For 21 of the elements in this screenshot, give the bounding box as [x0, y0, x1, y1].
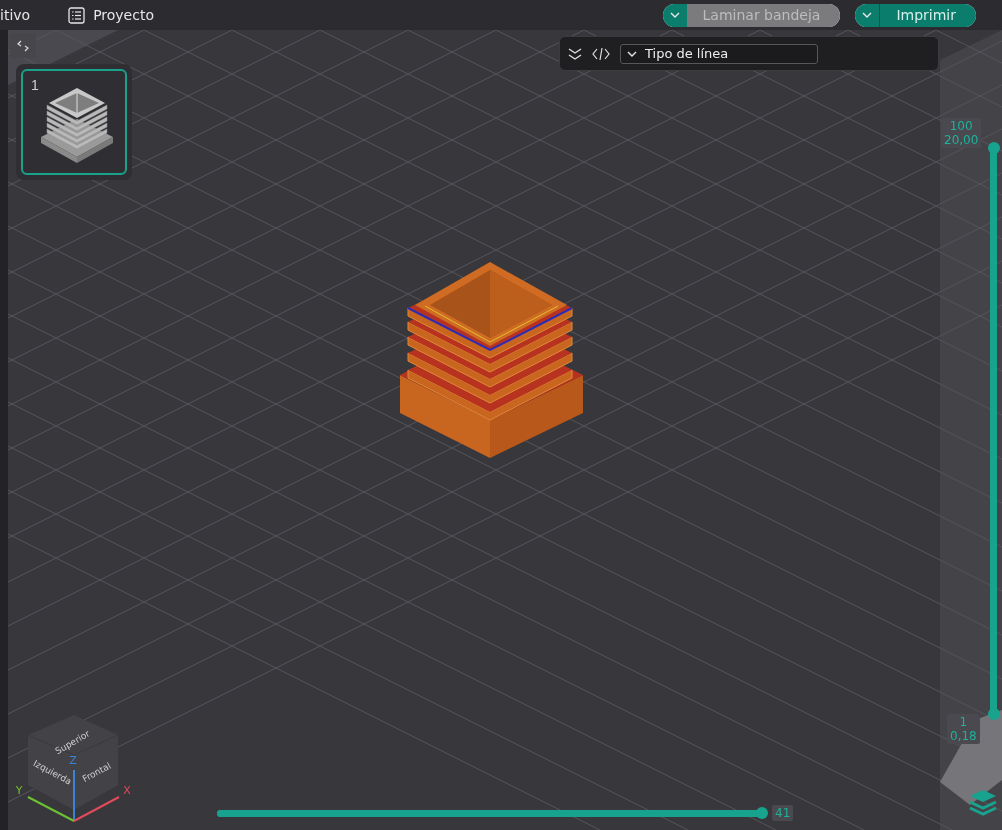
- collapse-button[interactable]: [10, 33, 36, 58]
- view-cube[interactable]: [27, 715, 119, 810]
- code-icon: [592, 46, 610, 61]
- axis-label: X: [123, 784, 131, 797]
- chevron-down-icon: [627, 50, 637, 57]
- bottom-layer-label: 1 0,18: [947, 714, 980, 744]
- axis-label: Y: [15, 784, 23, 797]
- layers-icon[interactable]: [968, 788, 998, 818]
- move-handle[interactable]: [756, 807, 768, 819]
- axis-label: Z: [69, 754, 77, 767]
- list-icon: [68, 6, 86, 24]
- project-tab[interactable]: Proyecto: [68, 6, 154, 24]
- print-button[interactable]: Imprimir: [855, 3, 976, 27]
- double-chevron-icon: [568, 46, 582, 61]
- top-layer-label: 100 20,00: [941, 118, 982, 148]
- chevron-down-icon: [862, 12, 873, 18]
- line-type-dropdown[interactable]: Tipo de línea: [620, 43, 818, 64]
- device-tab[interactable]: itivo: [0, 7, 31, 23]
- chevron-down-icon: [669, 12, 680, 18]
- move-value-label: 41: [772, 805, 794, 821]
- plate-thumbnail[interactable]: 1: [21, 69, 127, 175]
